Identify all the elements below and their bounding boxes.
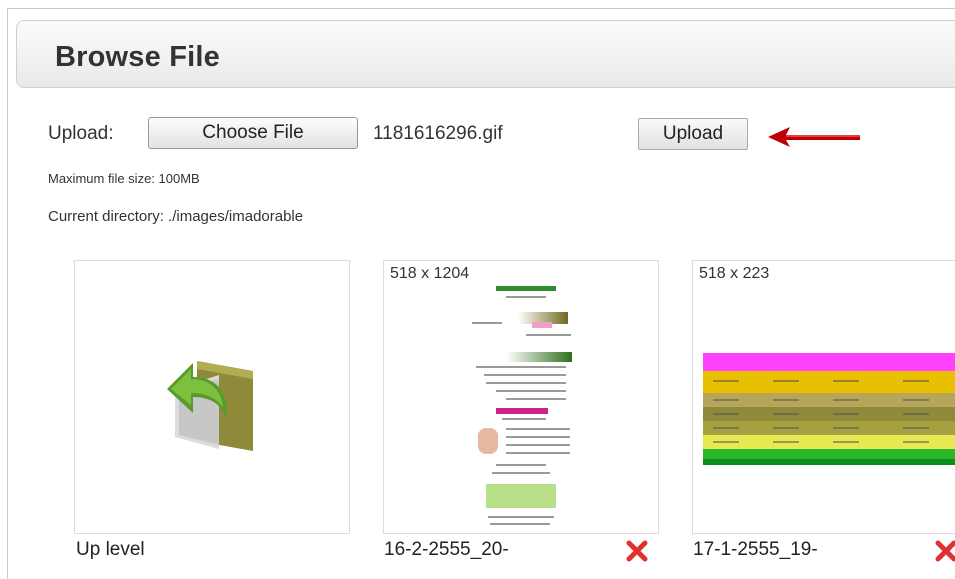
max-file-size-note: Maximum file size: 100MB bbox=[48, 171, 200, 186]
upload-label: Upload: bbox=[48, 123, 114, 144]
folder-up-icon bbox=[167, 361, 253, 451]
image-thumbnail[interactable] bbox=[703, 353, 955, 465]
up-level-tile[interactable] bbox=[74, 260, 350, 534]
delete-icon[interactable] bbox=[626, 540, 648, 562]
red-arrow-icon bbox=[768, 127, 860, 147]
image-dimensions: 518 x 1204 bbox=[388, 265, 472, 283]
image-caption[interactable]: 17-1-2555_19- bbox=[693, 539, 818, 561]
page-header: Browse File bbox=[16, 20, 955, 88]
choose-file-button[interactable]: Choose File bbox=[148, 117, 358, 149]
image-dimensions: 518 x 223 bbox=[697, 265, 772, 283]
upload-button[interactable]: Upload bbox=[638, 118, 748, 150]
delete-icon[interactable] bbox=[935, 540, 955, 562]
image-thumbnail[interactable] bbox=[466, 278, 574, 528]
image-caption[interactable]: 16-2-2555_20- bbox=[384, 539, 509, 561]
current-directory: Current directory: ./images/imadorable bbox=[48, 208, 304, 225]
page-title: Browse File bbox=[55, 41, 220, 73]
up-level-caption[interactable]: Up level bbox=[76, 539, 145, 561]
selected-file-name: 1181616296.gif bbox=[373, 123, 503, 144]
